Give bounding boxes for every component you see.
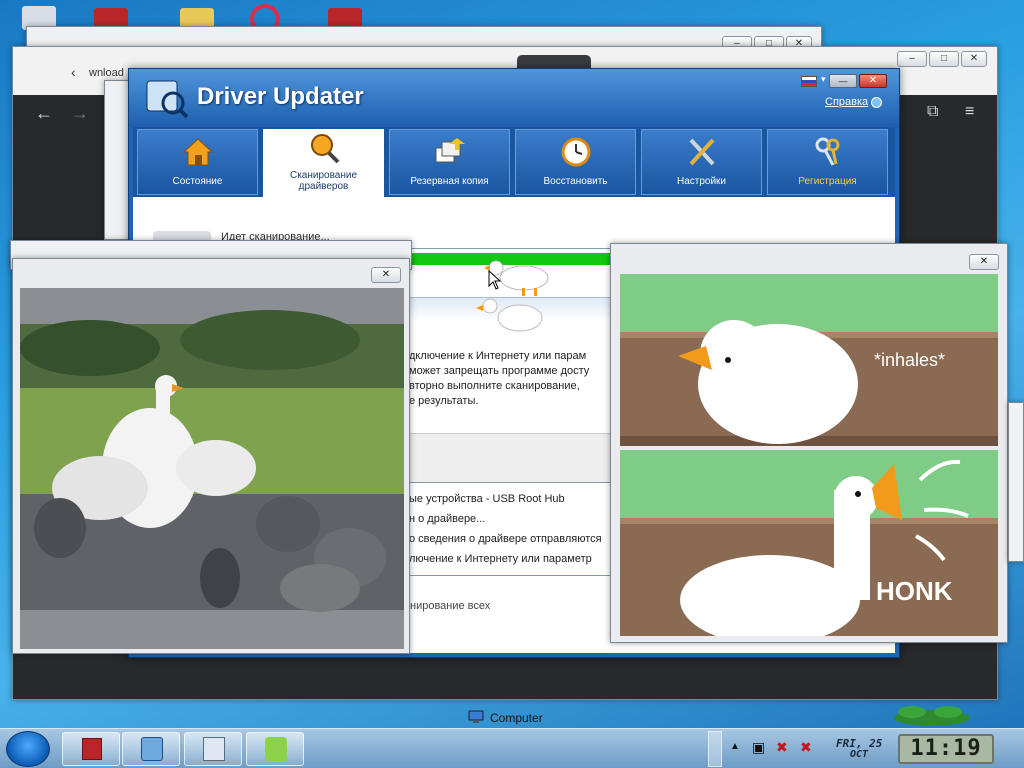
flag-dropdown-icon[interactable]: ▾ [821, 74, 826, 85]
taskbar: ▲ ▣ ✖ ✖ FRI, 25 OCT 11:19 AM [0, 728, 1024, 768]
tray-network-error-icon[interactable]: ✖ [776, 739, 788, 756]
computer-icon[interactable] [468, 710, 484, 724]
driver-updater-logo-icon [146, 80, 189, 119]
message-line-2: может запрещать программе досту [409, 365, 590, 377]
extensions-icon[interactable]: ⧉ [927, 103, 938, 121]
network-icon [203, 737, 225, 761]
tab-registration-label: Регистрация [798, 176, 857, 187]
start-button[interactable] [6, 731, 50, 767]
comic-panel-honk: HONK [620, 450, 998, 636]
app-title: Driver Updater [197, 83, 364, 110]
computer-label[interactable]: Computer [490, 711, 543, 725]
plant-decoration-icon [894, 706, 970, 726]
cursor-arrow-icon [488, 270, 502, 290]
message-line-1: дключение к Интернету или парам [409, 350, 587, 362]
log-line-1: ые устройства - USB Root Hub [409, 493, 565, 505]
tray-device-icon[interactable]: ▣ [752, 739, 765, 756]
maximize-button[interactable]: □ [929, 51, 959, 67]
clock-month: OCT [850, 749, 869, 760]
tab-backup[interactable]: Резервная копия [389, 129, 510, 195]
goose-video-window: ✕ [12, 258, 410, 654]
show-hidden-icons[interactable]: ▲ [730, 741, 740, 752]
honk-caption: HONK [876, 576, 953, 606]
tab-status-label: Состояние [172, 176, 223, 187]
goose-video-frame [20, 288, 404, 649]
magnifier-icon [311, 134, 340, 164]
taskbar-winrar[interactable] [62, 732, 120, 766]
log-line-2: н о драйвере... [409, 513, 486, 525]
log-line-3: о сведения о драйвере отправляются [409, 533, 602, 545]
du-close-button[interactable]: ✕ [859, 74, 887, 88]
log-line-4: лючение к Интернету или параметр [409, 553, 592, 565]
tab-backup-label: Резервная копия [410, 176, 489, 187]
nav-back-icon[interactable]: ← [35, 103, 53, 124]
tab-settings[interactable]: Настройки [641, 129, 762, 195]
scan-log: ые устройства - USB Root Hub н о драйвер… [409, 489, 602, 569]
taskbar-network[interactable] [184, 732, 242, 766]
digital-clock[interactable]: 11:19 AM [898, 734, 994, 764]
close-button[interactable]: ✕ [961, 51, 987, 67]
back-arrow-icon[interactable]: ‹ [71, 64, 76, 80]
goose-video-image [20, 288, 404, 649]
help-arrow-icon[interactable] [871, 97, 882, 108]
goose-app-icon [265, 737, 287, 761]
taskbar-scroll[interactable] [708, 731, 722, 767]
dialog-button-area [401, 433, 611, 483]
tab-status[interactable]: Состояние [137, 129, 258, 195]
nav-forward-icon[interactable]: → [71, 103, 89, 124]
inhales-caption: *inhales* [874, 350, 946, 370]
menu-icon[interactable]: ≡ [965, 103, 974, 121]
minimize-button[interactable]: – [897, 51, 927, 67]
video-close-button[interactable]: ✕ [371, 267, 401, 283]
language-flag-icon[interactable] [801, 76, 817, 87]
desktop-goose-sprite-2[interactable] [474, 296, 548, 340]
clock-icon [561, 137, 591, 167]
right-edge-window [1008, 402, 1024, 562]
backup-icon [435, 138, 465, 163]
driver-updater-header: Driver Updater ▾ — ✕ Справка [129, 69, 899, 127]
driver-updater-icon [141, 737, 163, 761]
taskbar-driver-updater[interactable] [122, 732, 180, 766]
scan-all-text: нирование всех [410, 600, 491, 612]
connection-message: дключение к Интернету или парам может за… [409, 349, 589, 409]
clock-time: 11:19 [910, 736, 982, 761]
message-line-4: е результаты. [409, 395, 479, 407]
comic-close-button[interactable]: ✕ [969, 254, 999, 270]
address-fragment[interactable]: wnload [89, 67, 124, 79]
message-line-3: вторно выполните сканирование, [409, 380, 580, 392]
du-minimize-button[interactable]: — [829, 74, 857, 88]
scan-log-panel: ые устройства - USB Root Hub н о драйвер… [400, 482, 612, 576]
tab-scan-drivers[interactable]: Сканирование драйверов [263, 129, 384, 197]
goose-honking-image [620, 459, 998, 636]
comic-panel-inhales: *inhales* [620, 274, 998, 446]
tab-settings-label: Настройки [676, 176, 727, 187]
tab-restore-label: Восстановить [543, 176, 608, 187]
tools-icon [689, 138, 715, 166]
tab-restore[interactable]: Восстановить [515, 129, 636, 195]
honk-comic-window: ✕ *inhales* HONK [610, 243, 1008, 643]
help-link[interactable]: Справка [825, 96, 868, 108]
browser-window-controls: – □ ✕ [897, 51, 987, 67]
tab-registration[interactable]: Регистрация [767, 129, 888, 195]
winrar-icon [82, 738, 102, 760]
driver-updater-nav: Состояние Сканирование драйверов Резервн… [133, 127, 895, 197]
home-icon [182, 138, 214, 166]
taskbar-goose[interactable] [246, 732, 304, 766]
tab-scan-drivers-label: Сканирование драйверов [289, 170, 358, 192]
tray-volume-muted-icon[interactable]: ✖ [800, 739, 812, 756]
keys-icon [815, 137, 840, 166]
